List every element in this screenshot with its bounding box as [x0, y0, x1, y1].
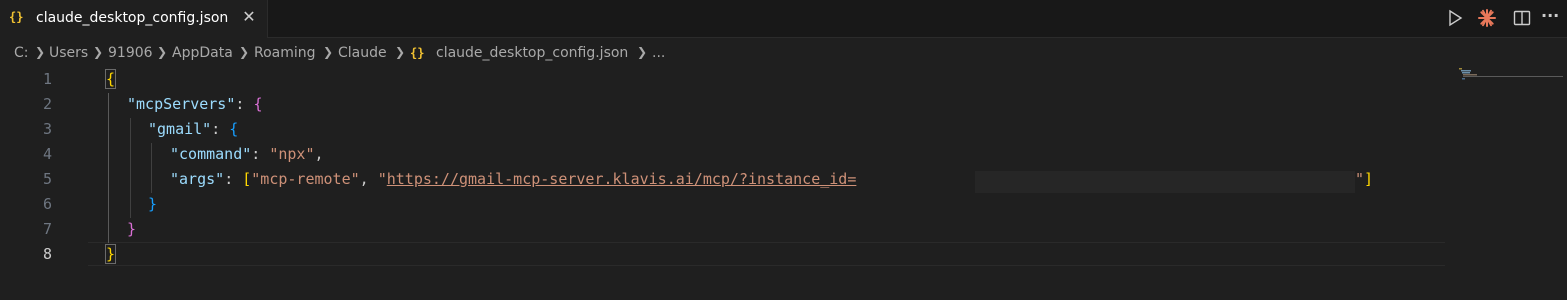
chevron-right-icon: ❯ [637, 45, 648, 59]
breadcrumb-item-file[interactable]: claude_desktop_config.json [436, 45, 628, 61]
chevron-right-icon: ❯ [323, 45, 334, 59]
code-token: : [251, 145, 270, 163]
code-token: " [377, 170, 387, 188]
code-token: ] [1364, 170, 1374, 188]
code-token: "args" [170, 170, 225, 188]
code-token: { [253, 95, 263, 113]
json-file-icon: {} [9, 10, 24, 24]
tab-claude-desktop-config[interactable]: {} claude_desktop_config.json ✕ [0, 0, 268, 38]
code-token: , [359, 170, 378, 188]
code-token: "mcp-remote" [251, 170, 360, 188]
indent-guide [108, 93, 109, 243]
code-token: "command" [170, 145, 252, 163]
url-link[interactable]: https://gmail-mcp-server.klavis.ai/mcp/?… [387, 170, 857, 188]
code-line-3: "gmail": { [148, 120, 238, 138]
redacted-instance-id [975, 171, 1355, 193]
split-editor-icon[interactable] [1512, 8, 1532, 28]
code-line-1: { [104, 69, 117, 89]
line-number: 2 [42, 95, 52, 113]
breadcrumb-item-users[interactable]: Users [49, 45, 88, 61]
code-line-8: } [104, 244, 117, 264]
json-file-icon: {} [410, 46, 425, 60]
code-token: } [127, 220, 137, 238]
code-token: [ [242, 170, 252, 188]
chevron-right-icon: ❯ [395, 45, 406, 59]
tab-bar: {} claude_desktop_config.json ✕ ··· [0, 0, 1567, 38]
code-token: } [148, 195, 158, 213]
claude-asterisk-icon[interactable] [1477, 8, 1497, 28]
line-number: 1 [42, 70, 52, 88]
line-number-active: 8 [42, 245, 52, 263]
breadcrumb-item-claude[interactable]: Claude [338, 45, 387, 61]
line-number: 7 [42, 220, 52, 238]
line-number: 4 [42, 145, 52, 163]
code-token: : [211, 120, 230, 138]
code-token: "npx" [269, 145, 315, 163]
breadcrumb-item-roaming[interactable]: Roaming [254, 45, 316, 61]
code-line-2: "mcpServers": { [127, 95, 262, 113]
close-icon[interactable]: ✕ [240, 8, 258, 26]
code-line-5-end: "] [1355, 170, 1373, 188]
code-token: : [224, 170, 243, 188]
more-actions-icon[interactable]: ··· [1541, 6, 1561, 26]
play-icon[interactable] [1445, 8, 1465, 28]
code-token: { [104, 69, 117, 89]
breadcrumb: C: ❯ Users ❯ 91906 ❯ AppData ❯ Roaming ❯… [0, 39, 1450, 67]
code-token: "mcpServers" [127, 95, 236, 113]
code-editor[interactable]: 1 2 3 4 5 6 7 8 { "mcpServers": { "gmail… [0, 67, 1567, 300]
indent-guide [130, 118, 131, 218]
line-number: 6 [42, 195, 52, 213]
chevron-right-icon: ❯ [93, 45, 104, 59]
chevron-right-icon: ❯ [35, 45, 46, 59]
code-line-6: } [148, 195, 157, 213]
breadcrumb-item-appdata[interactable]: AppData [172, 45, 233, 61]
code-line-4: "command": "npx", [170, 145, 324, 163]
chevron-right-icon: ❯ [239, 45, 250, 59]
line-number: 3 [42, 120, 52, 138]
code-line-5: "args": ["mcp-remote", "https://gmail-mc… [170, 170, 856, 188]
breadcrumb-item-drive[interactable]: C: [14, 45, 29, 61]
code-token: } [104, 244, 117, 264]
minimap[interactable] [1456, 67, 1567, 300]
breadcrumb-item-user[interactable]: 91906 [108, 45, 153, 61]
line-number: 5 [42, 170, 52, 188]
current-line-highlight [88, 242, 1445, 266]
code-line-7: } [127, 220, 136, 238]
chevron-right-icon: ❯ [157, 45, 168, 59]
breadcrumb-item-symbols[interactable]: ... [652, 45, 665, 61]
code-token: "gmail" [148, 120, 212, 138]
code-token: " [1355, 170, 1365, 188]
code-token: , [314, 145, 324, 163]
tab-label: claude_desktop_config.json [36, 10, 229, 26]
indent-guide [151, 143, 152, 193]
code-token: : [235, 95, 254, 113]
code-token: { [229, 120, 239, 138]
